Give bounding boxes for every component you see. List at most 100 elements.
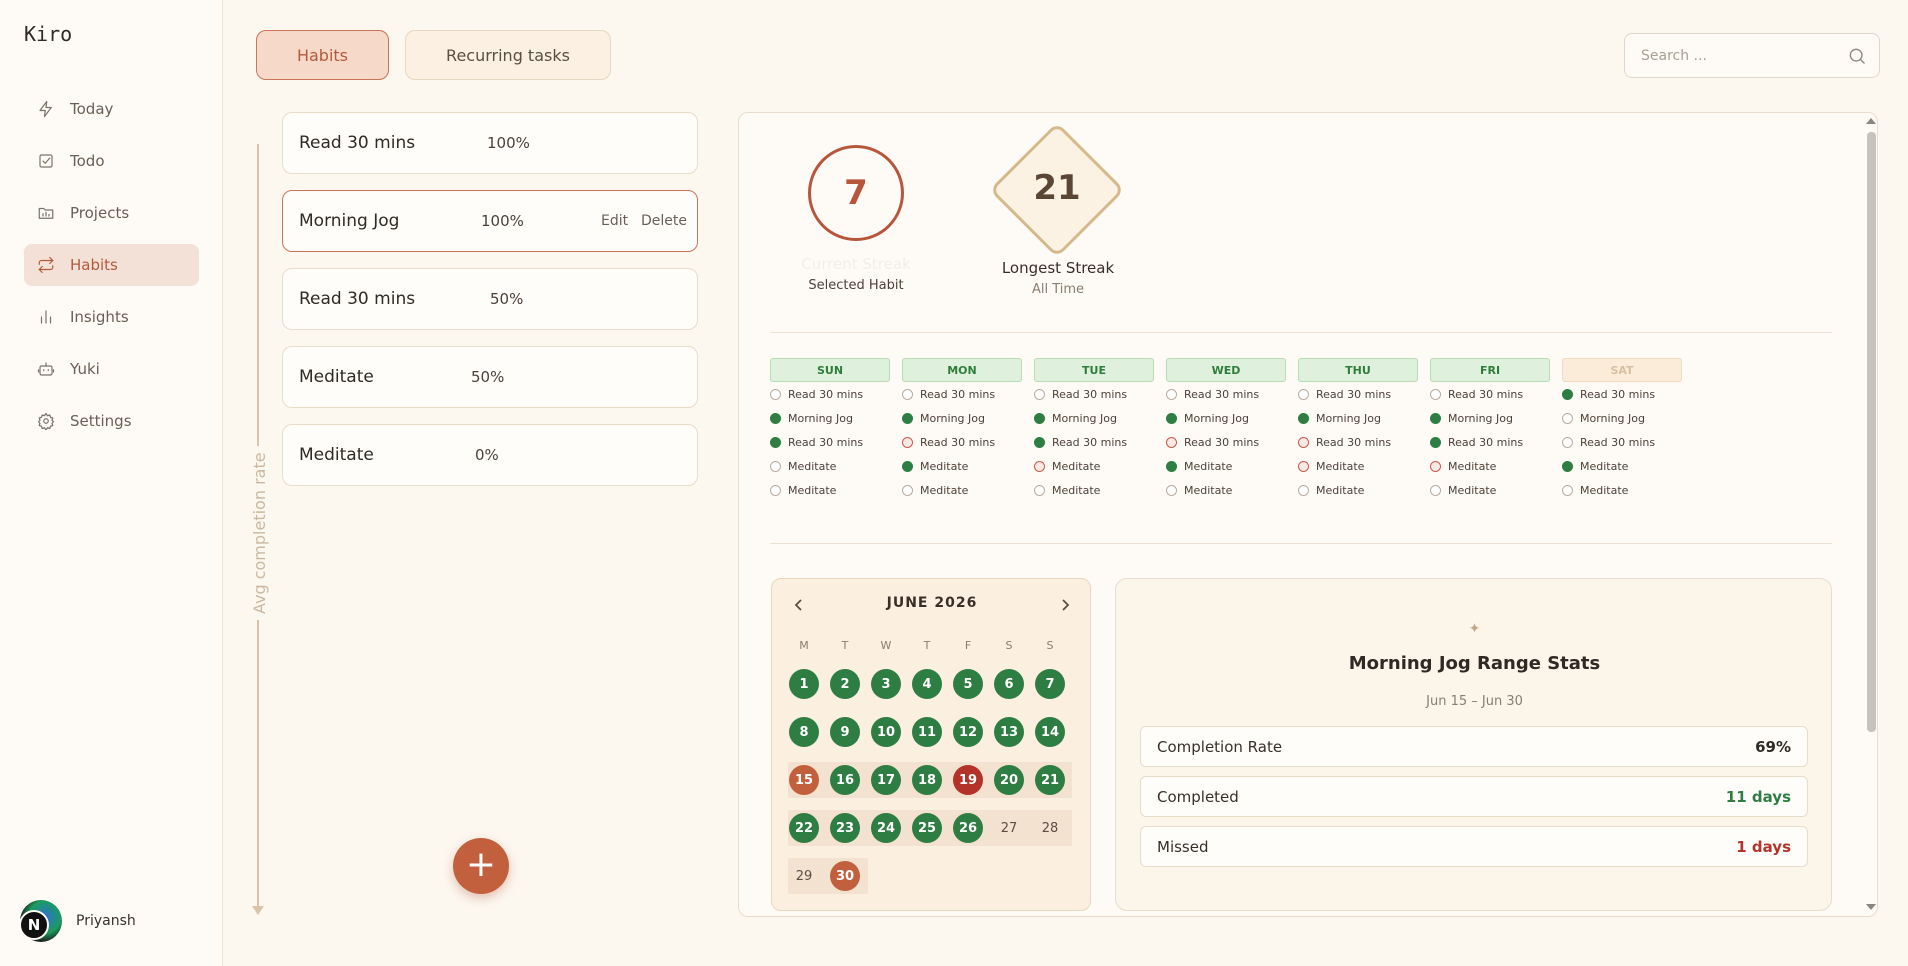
day-entry[interactable]: Meditate: [1298, 454, 1418, 478]
day-entry[interactable]: Morning Jog: [1430, 406, 1550, 430]
day-entry[interactable]: Meditate: [1034, 454, 1154, 478]
calendar-day[interactable]: 25: [912, 813, 942, 843]
status-dot: [1562, 460, 1573, 472]
status-dot: [1298, 460, 1309, 472]
tab-recurring-tasks[interactable]: Recurring tasks: [405, 30, 611, 80]
calendar-day[interactable]: 21: [1035, 765, 1065, 795]
search-input[interactable]: [1625, 34, 1825, 77]
day-entry[interactable]: Meditate: [1562, 454, 1682, 478]
calendar-day[interactable]: 14: [1035, 717, 1065, 747]
calendar-day[interactable]: 6: [994, 669, 1024, 699]
calendar-day[interactable]: 23: [830, 813, 860, 843]
day-entry[interactable]: Read 30 mins: [1166, 382, 1286, 406]
calendar-day[interactable]: 16: [830, 765, 860, 795]
calendar-day[interactable]: 13: [994, 717, 1024, 747]
day-entry[interactable]: Read 30 mins: [770, 430, 890, 454]
day-entry-label: Morning Jog: [920, 411, 985, 425]
habit-card-selected[interactable]: Morning Jog 100% Edit Delete: [282, 190, 698, 252]
calendar-day[interactable]: 22: [789, 813, 819, 843]
add-habit-button[interactable]: +: [453, 838, 509, 894]
day-entry[interactable]: Read 30 mins: [902, 430, 1022, 454]
tab-habits[interactable]: Habits: [256, 30, 389, 80]
day-entry[interactable]: Meditate: [1034, 478, 1154, 502]
calendar-day[interactable]: 4: [912, 669, 942, 699]
sidebar-item-todo[interactable]: Todo: [24, 140, 199, 182]
calendar-day[interactable]: 24: [871, 813, 901, 843]
day-entry[interactable]: Read 30 mins: [1298, 382, 1418, 406]
day-entry[interactable]: Morning Jog: [1034, 406, 1154, 430]
habit-card[interactable]: Read 30 mins 100%: [282, 112, 698, 174]
calendar-day[interactable]: 17: [871, 765, 901, 795]
edit-habit-button[interactable]: Edit: [601, 213, 628, 229]
chevron-right-icon[interactable]: [1058, 597, 1072, 611]
day-entry[interactable]: Morning Jog: [1562, 406, 1682, 430]
calendar-day[interactable]: 29: [789, 861, 819, 891]
day-entry-label: Meditate: [1580, 483, 1629, 497]
day-entry[interactable]: Read 30 mins: [1166, 430, 1286, 454]
scrollbar-thumb[interactable]: [1867, 132, 1876, 732]
day-entry[interactable]: Meditate: [902, 454, 1022, 478]
sidebar-item-projects[interactable]: Projects: [24, 192, 199, 234]
status-dot: [1034, 484, 1045, 496]
day-entry[interactable]: Read 30 mins: [1562, 382, 1682, 406]
calendar-day[interactable]: 12: [953, 717, 983, 747]
day-entry-label: Morning Jog: [1316, 411, 1381, 425]
delete-habit-button[interactable]: Delete: [641, 213, 687, 229]
sidebar-item-habits[interactable]: Habits: [24, 244, 199, 286]
range-stats-card: ✦ Morning Jog Range Stats Jun 15 – Jun 3…: [1115, 578, 1832, 911]
habit-card[interactable]: Read 30 mins 50%: [282, 268, 698, 330]
day-entry[interactable]: Meditate: [770, 478, 890, 502]
day-entry[interactable]: Read 30 mins: [1430, 382, 1550, 406]
scroll-up-arrow[interactable]: [1866, 118, 1876, 124]
day-entry[interactable]: Meditate: [1166, 478, 1286, 502]
calendar-day[interactable]: 30: [830, 861, 860, 891]
day-entry[interactable]: Meditate: [1562, 478, 1682, 502]
calendar-day[interactable]: 20: [994, 765, 1024, 795]
calendar-day[interactable]: 10: [871, 717, 901, 747]
day-entry-label: Read 30 mins: [788, 435, 864, 449]
calendar-day[interactable]: 9: [830, 717, 860, 747]
day-entry[interactable]: Meditate: [770, 454, 890, 478]
day-entry[interactable]: Meditate: [902, 478, 1022, 502]
day-entry[interactable]: Morning Jog: [902, 406, 1022, 430]
calendar-day[interactable]: 1: [789, 669, 819, 699]
day-entry[interactable]: Meditate: [1430, 478, 1550, 502]
calendar-day[interactable]: 27: [994, 813, 1024, 843]
day-entry[interactable]: Read 30 mins: [1034, 382, 1154, 406]
day-entry[interactable]: Meditate: [1166, 454, 1286, 478]
calendar-day[interactable]: 15: [789, 765, 819, 795]
habit-card[interactable]: Meditate 0%: [282, 424, 698, 486]
calendar-day[interactable]: 8: [789, 717, 819, 747]
calendar-day[interactable]: 5: [953, 669, 983, 699]
day-entry[interactable]: Morning Jog: [1298, 406, 1418, 430]
day-entry[interactable]: Read 30 mins: [1430, 430, 1550, 454]
day-entry[interactable]: Read 30 mins: [1298, 430, 1418, 454]
habit-card[interactable]: Meditate 50%: [282, 346, 698, 408]
sidebar-item-yuki[interactable]: Yuki: [24, 348, 199, 390]
day-entry[interactable]: Morning Jog: [770, 406, 890, 430]
scroll-down-arrow[interactable]: [1866, 904, 1876, 910]
sidebar-item-insights[interactable]: Insights: [24, 296, 199, 338]
search-icon[interactable]: [1847, 46, 1867, 66]
avatar[interactable]: N: [19, 900, 62, 942]
calendar-day[interactable]: 3: [871, 669, 901, 699]
day-entry[interactable]: Read 30 mins: [770, 382, 890, 406]
sidebar-item-today[interactable]: Today: [24, 88, 199, 130]
day-entry[interactable]: Read 30 mins: [902, 382, 1022, 406]
user-profile[interactable]: N Priyansh: [19, 900, 136, 942]
day-entry[interactable]: Read 30 mins: [1034, 430, 1154, 454]
day-entry[interactable]: Read 30 mins: [1562, 430, 1682, 454]
calendar-day[interactable]: 7: [1035, 669, 1065, 699]
calendar-day[interactable]: 26: [953, 813, 983, 843]
calendar-day[interactable]: 28: [1035, 813, 1065, 843]
calendar-day[interactable]: 11: [912, 717, 942, 747]
stat-row-missed: Missed 1 days: [1140, 826, 1808, 867]
status-dot: [770, 388, 781, 400]
day-entry[interactable]: Meditate: [1298, 478, 1418, 502]
sidebar-item-settings[interactable]: Settings: [24, 400, 199, 442]
day-entry[interactable]: Morning Jog: [1166, 406, 1286, 430]
day-entry[interactable]: Meditate: [1430, 454, 1550, 478]
calendar-day[interactable]: 18: [912, 765, 942, 795]
calendar-day[interactable]: 19: [953, 765, 983, 795]
calendar-day[interactable]: 2: [830, 669, 860, 699]
